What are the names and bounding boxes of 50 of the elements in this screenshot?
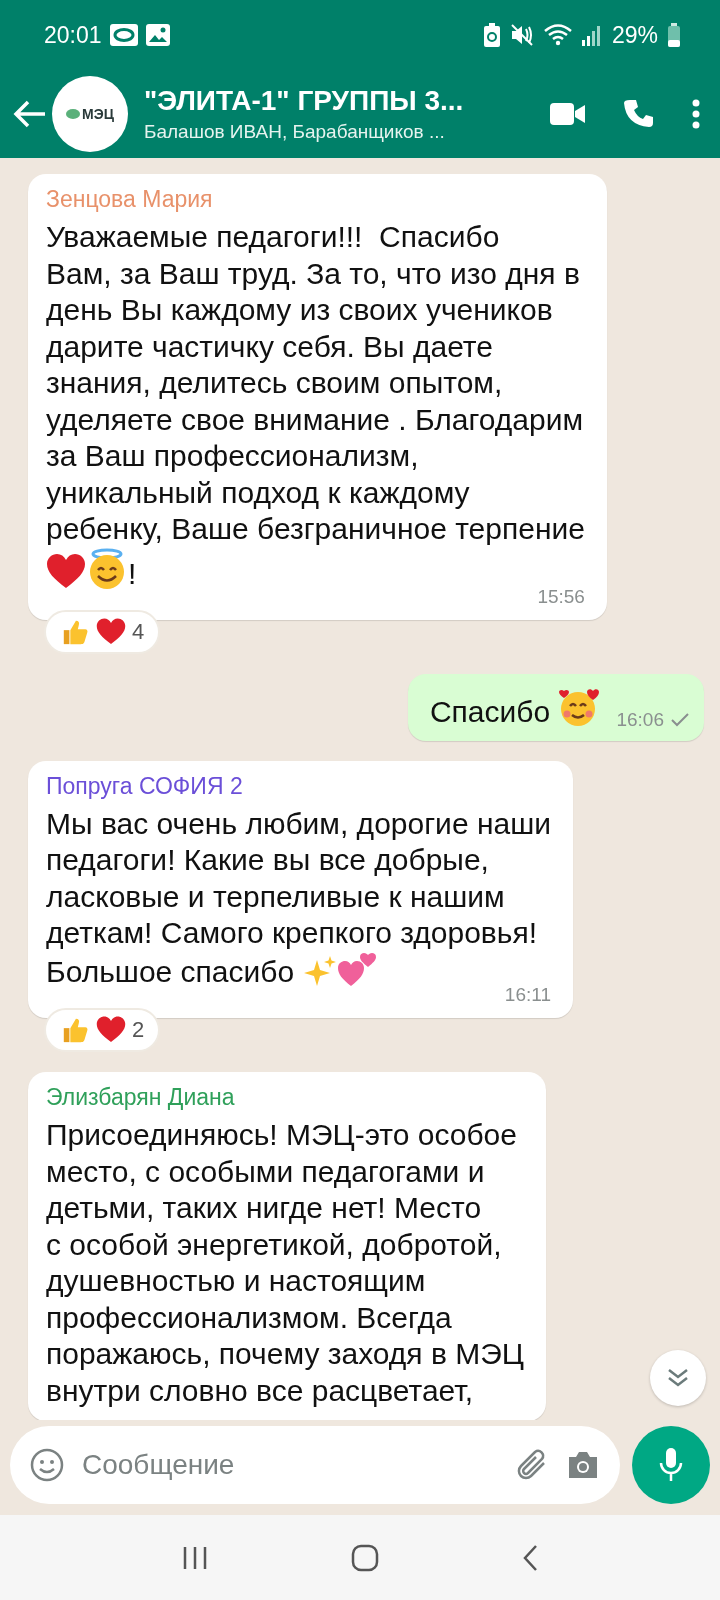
message-text-end: !	[128, 556, 137, 590]
scroll-down-button[interactable]	[650, 1350, 706, 1406]
message-time: 16:11	[504, 984, 551, 1006]
reactions-pill[interactable]: 2	[44, 1008, 161, 1052]
two-hearts-icon	[336, 951, 377, 988]
mute-icon	[509, 23, 534, 47]
group-avatar[interactable]: МЭЦ	[52, 76, 128, 152]
video-call-icon[interactable]	[550, 102, 586, 126]
message-time: 15:56	[537, 586, 585, 608]
reaction-count: 4	[132, 619, 145, 645]
message-time: 16:06	[616, 708, 664, 731]
wifi-icon	[543, 24, 572, 46]
battery-saver-icon	[483, 23, 500, 47]
reactions-pill[interactable]: 4	[44, 610, 161, 654]
sender-name: Попруга СОФИЯ 2	[46, 772, 243, 800]
notification-icon	[109, 24, 138, 46]
message-text: Уважаемые педагоги!!! Спасибо Вам, за Ваш труд. За то, что изо дня в день Вы каждому из своих учеников дарите частичку себя. Вы даете знания, делитесь своим опытом, уделяете свое внимание . Благодарим за Ваш профессионализм, уникальный подход к каждому ребенку, Ваше безграничное терпение	[46, 219, 585, 547]
microphone-icon	[659, 1446, 683, 1483]
message-text: Мы вас очень любим, дорогие наши педагоги! Какие вы все добрые, ласковые и терпеливые к нашим деткам! Самого крепкого здоровья!	[46, 805, 551, 951]
message-text: Большое спасибо	[46, 954, 295, 988]
battery-percent: 29%	[611, 21, 658, 49]
message-text: Присоединяюсь! МЭЦ-это особое место, с особыми педагогами и детьми, таких нигде нет! Место с особой энергетикой, добротой, душевностью и настоящим профессионализмом. Всегда поражаюсь, почему заходя в МЭЦ внутри словно все расцветает,	[46, 1117, 524, 1409]
camera-icon[interactable]	[566, 1449, 600, 1480]
clock-time: 20:01	[44, 21, 102, 49]
chat-title: "ЭЛИТА-1" ГРУППЫ 3...	[144, 85, 465, 117]
message-bubble[interactable]	[28, 1072, 546, 1420]
recent-apps-icon[interactable]	[181, 1545, 208, 1570]
sender-name: Элизбарян Диана	[46, 1084, 235, 1111]
phone-icon[interactable]	[624, 99, 654, 129]
home-icon[interactable]	[351, 1543, 379, 1572]
battery-icon	[668, 23, 680, 47]
emoji-icon[interactable]	[30, 1447, 64, 1482]
more-options-icon[interactable]	[692, 99, 700, 129]
signal-icon	[581, 24, 602, 46]
heart-icon	[46, 553, 86, 590]
message-bubble[interactable]	[28, 174, 607, 620]
message-bubble[interactable]: Попруга СОФИЯ 2 Мы вас очень любим, дорогие наши педагоги! Какие вы все добрые, ласковые и терпеливые к нашим деткам! Самого крепкого здоровья! Большое спасибо 16:11	[28, 760, 573, 1018]
heart-eyes-smiley-icon	[558, 688, 601, 728]
leaf-icon	[66, 109, 81, 119]
image-icon	[145, 24, 170, 46]
double-chevron-down-icon	[667, 1368, 689, 1388]
outgoing-message-bubble[interactable]: Спасибо 16:06	[407, 674, 704, 741]
heart-icon	[96, 618, 126, 646]
message-text: Спасибо	[429, 695, 551, 728]
heart-icon	[96, 1016, 126, 1044]
chat-participants: Балашов ИВАН, Барабанщиков ...	[144, 121, 446, 143]
reaction-count: 2	[132, 1017, 145, 1043]
message-composer[interactable]: Сообщение	[10, 1425, 620, 1504]
back-icon[interactable]	[522, 1543, 539, 1572]
sender-name: Зенцова Мария	[46, 186, 213, 213]
